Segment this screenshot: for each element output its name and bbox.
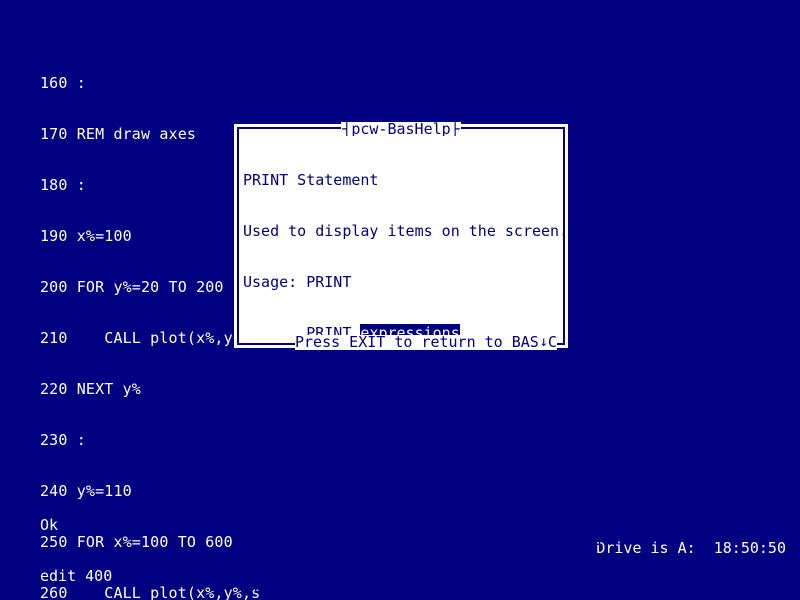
help-line: PRINT Statement — [243, 171, 379, 189]
help-line: The first form simply prints a new line, — [243, 375, 605, 393]
highlighted-token[interactable]: expressions — [360, 324, 460, 342]
help-line: scrolling the whole screen up if already — [243, 528, 605, 546]
help-line: Usage: PRINT — [243, 273, 352, 291]
help-line: i.e. moves the print position down to — [243, 426, 578, 444]
clock-indicator: 18:50:50 — [713, 539, 786, 557]
drive-indicator: Drive is A: — [596, 539, 696, 557]
statusbar-gap — [696, 539, 714, 557]
help-content: PRINT Statement Used to display items on… — [243, 138, 605, 600]
help-line-usage-expressions: PRINT expressions — [243, 324, 561, 342]
help-line: the start of the next line on the screen — [243, 477, 605, 495]
help-dialog[interactable]: ┤pcw-BasHelp├ PRINT Statement Used to di… — [232, 122, 604, 597]
code-line: 160 : — [40, 74, 86, 92]
help-line: at the bottom of the screen. — [243, 579, 496, 597]
help-line: Used to display items on the screen. — [243, 222, 569, 240]
terminal-screen: 160 : 170 REM draw axes 180 : 190 x%=100… — [0, 0, 800, 600]
status-bar: Drive is A: 18:50:50 — [596, 540, 786, 557]
help-line-prefix: PRINT — [243, 324, 361, 342]
